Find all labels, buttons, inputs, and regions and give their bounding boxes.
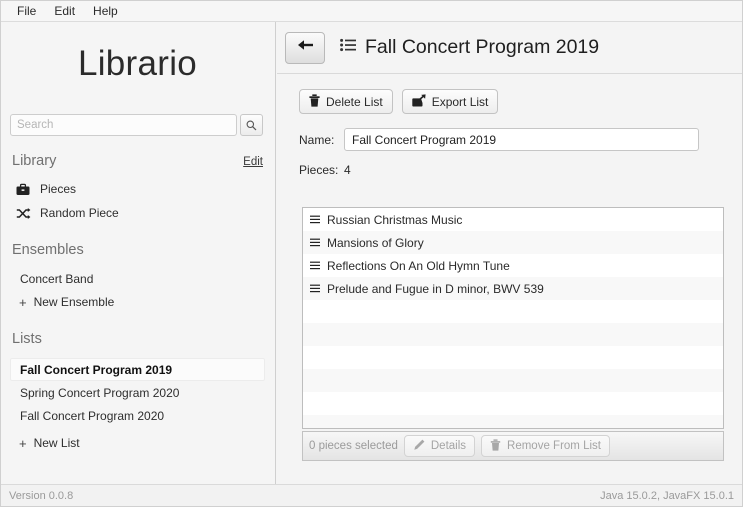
- search-row: [10, 114, 263, 136]
- search-button[interactable]: [240, 114, 263, 136]
- piece-title: Mansions of Glory: [327, 235, 424, 250]
- table-row[interactable]: Reflections On An Old Hymn Tune: [303, 254, 723, 277]
- status-bar: Version 0.0.8 Java 15.0.2, JavaFX 15.0.1: [0, 484, 743, 507]
- piece-title: Prelude and Fugue in D minor, BWV 539: [327, 281, 544, 296]
- pieces-count-value: 4: [344, 163, 351, 177]
- pieces-count-label: Pieces:: [299, 163, 339, 177]
- list-icon: [340, 38, 356, 57]
- sidebar-item-random-piece[interactable]: Random Piece: [10, 201, 265, 225]
- pencil-icon: [413, 439, 425, 454]
- drag-handle-icon[interactable]: [310, 261, 320, 270]
- trash-icon: [309, 93, 320, 110]
- menu-edit[interactable]: Edit: [45, 1, 84, 21]
- pieces-count-row: Pieces: 4: [277, 151, 743, 177]
- empty-row: [303, 323, 723, 346]
- button-label: Details: [430, 440, 467, 452]
- empty-row: [303, 415, 723, 428]
- list-item-label: Spring Concert Program 2020: [20, 385, 180, 400]
- panel-toolbar: Delete List Export List: [277, 74, 743, 114]
- add-item-label: New Ensemble: [33, 295, 115, 309]
- drag-handle-icon[interactable]: [310, 215, 320, 224]
- lists-section-header: Lists: [12, 331, 263, 347]
- main-panel: Fall Concert Program 2019 Delete List Ex…: [277, 22, 743, 484]
- panel-header: Fall Concert Program 2019: [277, 22, 743, 74]
- empty-row: [303, 346, 723, 369]
- new-ensemble-button[interactable]: + New Ensemble: [10, 290, 265, 314]
- plus-icon: +: [19, 294, 27, 310]
- menu-bar: File Edit Help: [0, 0, 743, 22]
- trash-icon: [490, 438, 501, 454]
- empty-row: [303, 392, 723, 415]
- sidebar-list-fall-concert-program-2019[interactable]: Fall Concert Program 2019: [10, 358, 265, 381]
- sidebar-list-spring-concert-program-2020[interactable]: Spring Concert Program 2020: [10, 381, 265, 404]
- sidebar-list-fall-concert-program-2020[interactable]: Fall Concert Program 2020: [10, 404, 265, 427]
- list-item-label: Fall Concert Program 2020: [20, 408, 165, 423]
- lists-section-title: Lists: [12, 331, 42, 347]
- sidebar: Librario Library Edit: [0, 22, 276, 484]
- remove-from-list-button[interactable]: Remove From List: [481, 435, 610, 457]
- add-item-label: New List: [33, 436, 80, 450]
- new-list-button[interactable]: + New List: [10, 431, 265, 455]
- shuffle-icon: [16, 207, 34, 220]
- button-label: Export List: [431, 94, 489, 109]
- selection-toolbar: 0 pieces selected Details Remove From Li…: [302, 431, 724, 461]
- table-row[interactable]: Russian Christmas Music: [303, 208, 723, 231]
- version-text: Version 0.0.8: [9, 490, 74, 502]
- details-button[interactable]: Details: [403, 435, 476, 457]
- panel-title-wrap: Fall Concert Program 2019: [340, 36, 599, 59]
- app-brand-title: Librario: [77, 44, 198, 83]
- menu-file[interactable]: File: [8, 1, 45, 21]
- sidebar-ensemble-concert-band[interactable]: Concert Band: [10, 267, 265, 290]
- runtime-text: Java 15.0.2, JavaFX 15.0.1: [600, 490, 734, 502]
- pieces-list[interactable]: Russian Christmas Music Mansions of Glor…: [302, 207, 724, 429]
- name-field-label: Name:: [299, 132, 335, 147]
- drag-handle-icon[interactable]: [310, 238, 320, 247]
- list-item-label: Concert Band: [20, 271, 94, 286]
- ensembles-section-header: Ensembles: [12, 242, 263, 258]
- back-button[interactable]: [285, 31, 325, 64]
- search-input[interactable]: [10, 114, 237, 136]
- menu-help[interactable]: Help: [84, 1, 127, 21]
- empty-row: [303, 300, 723, 323]
- plus-icon: +: [19, 435, 27, 451]
- name-field-row: Name:: [277, 114, 743, 151]
- library-section-header: Library Edit: [12, 153, 263, 169]
- sidebar-item-label: Pieces: [40, 182, 77, 196]
- delete-list-button[interactable]: Delete List: [299, 89, 393, 114]
- export-list-button[interactable]: Export List: [401, 89, 499, 114]
- button-label: Delete List: [326, 94, 383, 109]
- piece-title: Russian Christmas Music: [327, 212, 463, 227]
- library-section-title: Library: [12, 153, 57, 169]
- piece-title: Reflections On An Old Hymn Tune: [327, 258, 510, 273]
- sidebar-item-pieces[interactable]: Pieces: [10, 177, 265, 201]
- ensembles-section-title: Ensembles: [12, 242, 84, 258]
- library-edit-link[interactable]: Edit: [243, 156, 263, 168]
- application-window: File Edit Help Librario Library Edit: [0, 0, 743, 507]
- table-row[interactable]: Mansions of Glory: [303, 231, 723, 254]
- drag-handle-icon[interactable]: [310, 284, 320, 293]
- list-item-label: Fall Concert Program 2019: [20, 362, 173, 377]
- table-row[interactable]: Prelude and Fugue in D minor, BWV 539: [303, 277, 723, 300]
- briefcase-icon: [16, 183, 34, 196]
- export-icon: [412, 93, 426, 110]
- page-title: Fall Concert Program 2019: [365, 36, 600, 58]
- list-name-input[interactable]: [344, 128, 699, 151]
- empty-row: [303, 369, 723, 392]
- arrow-left-icon: [297, 38, 314, 57]
- search-icon: [246, 120, 257, 131]
- button-label: Remove From List: [507, 440, 601, 452]
- selection-count-text: 0 pieces selected: [309, 440, 398, 452]
- sidebar-item-label: Random Piece: [40, 206, 119, 220]
